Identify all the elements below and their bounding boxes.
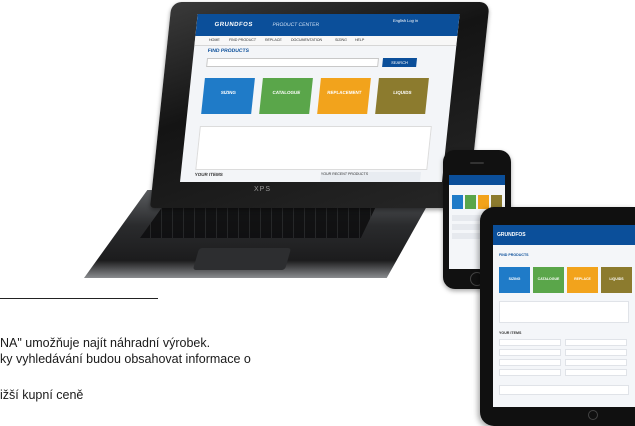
nav-item-find-product[interactable]: FIND PRODUCT — [229, 38, 257, 42]
nav-item-replace[interactable]: REPLACE — [265, 38, 282, 42]
site-logo-subtitle: PRODUCT CENTER — [272, 22, 320, 28]
phone-tile-3[interactable] — [478, 195, 489, 209]
phone-header — [449, 175, 505, 185]
nav-item-home[interactable]: HOME — [209, 38, 220, 42]
tablet-tile-sizing[interactable]: SIZING — [499, 267, 530, 293]
tablet-list-item[interactable] — [499, 339, 561, 346]
nav-item-documentation[interactable]: DOCUMENTATION — [291, 38, 323, 42]
tile-sizing[interactable]: SIZING — [201, 78, 255, 114]
tile-replacement[interactable]: REPLACEMENT — [317, 78, 371, 114]
phone-speaker — [470, 162, 484, 164]
tablet-tile-replace[interactable]: REPLACE — [567, 267, 598, 293]
header-user-links[interactable]: English Log in — [393, 18, 419, 23]
nav-item-help[interactable]: HELP — [355, 38, 365, 42]
laptop-touchpad — [192, 248, 292, 270]
search-button[interactable]: SEARCH — [382, 58, 418, 67]
nav-item-sizing[interactable]: SIZING — [335, 38, 347, 42]
tile-catalogue[interactable]: CATALOGUE — [259, 78, 313, 114]
tablet-logo[interactable]: GRUNDFOS — [497, 232, 526, 238]
search-input[interactable] — [206, 58, 380, 67]
tablet-tile-catalogue[interactable]: CATALOGUE — [533, 267, 564, 293]
body-text-line-1: NA" umožňuje najít náhradní výrobek. — [0, 336, 211, 350]
site-logo[interactable]: GRUNDFOS — [214, 22, 253, 28]
tablet-your-items-heading: YOUR ITEMS — [499, 331, 522, 335]
tablet-list-item[interactable] — [499, 349, 561, 356]
tablet-list-item[interactable] — [565, 369, 627, 376]
quick-sizing-panel — [195, 126, 432, 170]
tablet-page-title: FIND PRODUCTS — [499, 253, 529, 257]
laptop-brand-label: XPS — [254, 186, 272, 193]
tablet-footer-bar — [499, 385, 629, 395]
main-nav: HOME FIND PRODUCT REPLACE DOCUMENTATION … — [194, 36, 458, 46]
tablet-list-item[interactable] — [565, 349, 627, 356]
tablet-home-button[interactable] — [588, 410, 598, 420]
body-text-line-2: ky vyhledávání budou obsahovat informace… — [0, 352, 251, 366]
tablet-tile-liquids[interactable]: LIQUIDS — [601, 267, 632, 293]
tablet-list-item[interactable] — [499, 359, 561, 366]
laptop-screen: GRUNDFOS PRODUCT CENTER English Log in H… — [180, 14, 460, 182]
tablet-list-item[interactable] — [499, 369, 561, 376]
divider-line — [0, 298, 158, 299]
phone-tile-1[interactable] — [452, 195, 463, 209]
tablet-screen: GRUNDFOS FIND PRODUCTS SIZING CATALOGUE … — [493, 225, 635, 407]
tablet-list-item[interactable] — [565, 339, 627, 346]
tile-liquids[interactable]: LIQUIDS — [375, 78, 429, 114]
tablet-sizing-panel — [499, 301, 629, 323]
page-title: FIND PRODUCTS — [207, 48, 250, 54]
your-items-heading: YOUR ITEMS — [194, 172, 224, 177]
body-text-line-3: ižší kupní ceně — [0, 388, 84, 402]
tablet-list-item[interactable] — [565, 359, 627, 366]
recent-products-header[interactable]: YOUR RECENT PRODUCTS — [320, 172, 422, 182]
phone-tile-2[interactable] — [465, 195, 476, 209]
